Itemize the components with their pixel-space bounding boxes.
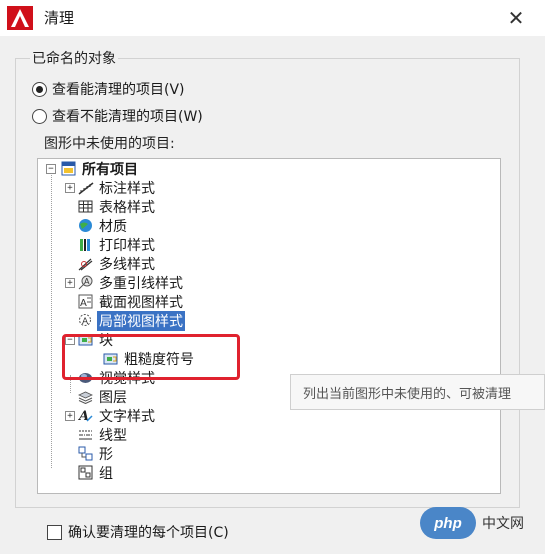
dimension-style-icon: [77, 179, 94, 196]
tree-item-blocks[interactable]: − 块: [65, 330, 115, 349]
confirm-each-item-checkbox[interactable]: 确认要清理的每个项目(C): [47, 522, 229, 542]
plot-style-icon: [77, 236, 94, 253]
shape-icon: [77, 445, 94, 462]
tree-item-label: 视觉样式: [99, 370, 155, 387]
tree-item-label: 标注样式: [99, 180, 155, 197]
tree-item-linetypes[interactable]: 线型: [77, 425, 129, 444]
tree-item-visual-styles[interactable]: 视觉样式: [77, 368, 157, 387]
tree-item-label: 形: [99, 446, 113, 463]
all-items-icon: [60, 160, 77, 177]
radio-button-checked[interactable]: [32, 81, 47, 97]
expand-icon[interactable]: +: [65, 277, 75, 288]
tree-item-multileader-styles[interactable]: + A 多重引线样式: [65, 273, 185, 292]
window-title: 清理: [44, 9, 75, 27]
close-button[interactable]: ✕: [497, 3, 535, 33]
group-label: 已命名的对象: [30, 48, 118, 68]
table-style-icon: [77, 198, 94, 215]
radio-button[interactable]: [32, 108, 47, 124]
checkbox-label: 确认要清理的每个项目(C): [68, 525, 229, 541]
tree-item-dimension-styles[interactable]: + 标注样式: [65, 178, 157, 197]
tree-connector: [70, 375, 71, 393]
tree-item-label: 组: [99, 465, 113, 482]
tree-item-shapes[interactable]: 形: [77, 444, 115, 463]
tree-item-label: 粗糙度符号: [124, 351, 194, 368]
block-icon: [77, 331, 94, 348]
tree-item-label: 文字样式: [99, 408, 155, 425]
radio-view-purgeable[interactable]: 查看能清理的项目(V): [32, 79, 185, 99]
collapse-icon[interactable]: −: [65, 334, 75, 345]
linetype-icon: [77, 426, 94, 443]
autocad-app-icon: [7, 6, 33, 30]
tree-item-groups[interactable]: 组: [77, 463, 115, 482]
tree-item-label: 图层: [99, 389, 127, 406]
layer-icon: [77, 388, 94, 405]
tree-item-label: 截面视图样式: [99, 294, 183, 311]
svg-text:A: A: [84, 277, 90, 286]
tree-item-label: 打印样式: [99, 237, 155, 254]
tree-item-plot-styles[interactable]: 打印样式: [77, 235, 157, 254]
watermark: php 中文网: [420, 507, 524, 539]
tree-item-materials[interactable]: 材质: [77, 216, 129, 235]
svg-text:A: A: [82, 317, 89, 327]
watermark-text: 中文网: [482, 516, 524, 532]
expand-icon[interactable]: +: [65, 410, 75, 421]
tree-item-label: 表格样式: [99, 199, 155, 216]
tree-item-text-styles[interactable]: + A 文字样式: [65, 406, 157, 425]
radio-view-non-purgeable[interactable]: 查看不能清理的项目(W): [32, 106, 203, 126]
close-icon: ✕: [507, 6, 525, 30]
visual-style-icon: [77, 369, 94, 386]
title-bar: 清理 ✕: [0, 0, 545, 36]
multileader-style-icon: A: [77, 274, 94, 291]
collapse-icon[interactable]: −: [46, 163, 56, 174]
group-icon: [77, 464, 94, 481]
tree-item-detail-view-styles[interactable]: A 局部视图样式: [77, 310, 185, 331]
tree-item-multiline-styles[interactable]: 多线样式: [77, 254, 157, 273]
tree-item-table-styles[interactable]: 表格样式: [77, 197, 157, 216]
radio-label: 查看能清理的项目(V): [52, 82, 185, 98]
tree-item-label: 材质: [99, 218, 127, 235]
material-icon: [77, 217, 94, 234]
php-logo: php: [420, 507, 476, 539]
tooltip: 列出当前图形中未使用的、可被清理: [290, 374, 545, 410]
text-style-icon: A: [77, 407, 94, 424]
purge-tree-view[interactable]: − 所有项目 + 标注样式 表格样式 材质 打印样式 多线样式 + A 多重引线…: [37, 158, 501, 494]
svg-text:A: A: [80, 298, 87, 309]
tree-item-label-selected: 局部视图样式: [97, 310, 185, 331]
multiline-style-icon: [77, 255, 94, 272]
dialog-body: 已命名的对象 查看能清理的项目(V) 查看不能清理的项目(W) 图形中未使用的项…: [0, 36, 545, 554]
expand-icon[interactable]: +: [65, 182, 75, 193]
tree-item-label: 多重引线样式: [99, 275, 183, 292]
tree-item-roughness-symbol[interactable]: 粗糙度符号: [102, 349, 196, 368]
checkbox[interactable]: [47, 524, 62, 540]
tree-caption: 图形中未使用的项目:: [44, 136, 175, 152]
tree-item-label: 块: [99, 332, 113, 349]
radio-label: 查看不能清理的项目(W): [52, 109, 203, 125]
tree-item-label: 线型: [99, 427, 127, 444]
tree-root-label: 所有项目: [82, 161, 138, 178]
section-view-icon: A: [77, 293, 94, 310]
detail-view-icon: A: [77, 312, 94, 329]
tree-item-section-view-styles[interactable]: A 截面视图样式: [77, 292, 185, 311]
tree-item-layers[interactable]: 图层: [77, 387, 129, 406]
tree-item-label: 多线样式: [99, 256, 155, 273]
tree-connector: [51, 175, 52, 468]
block-item-icon: [102, 350, 119, 367]
tree-root[interactable]: − 所有项目: [46, 159, 140, 178]
